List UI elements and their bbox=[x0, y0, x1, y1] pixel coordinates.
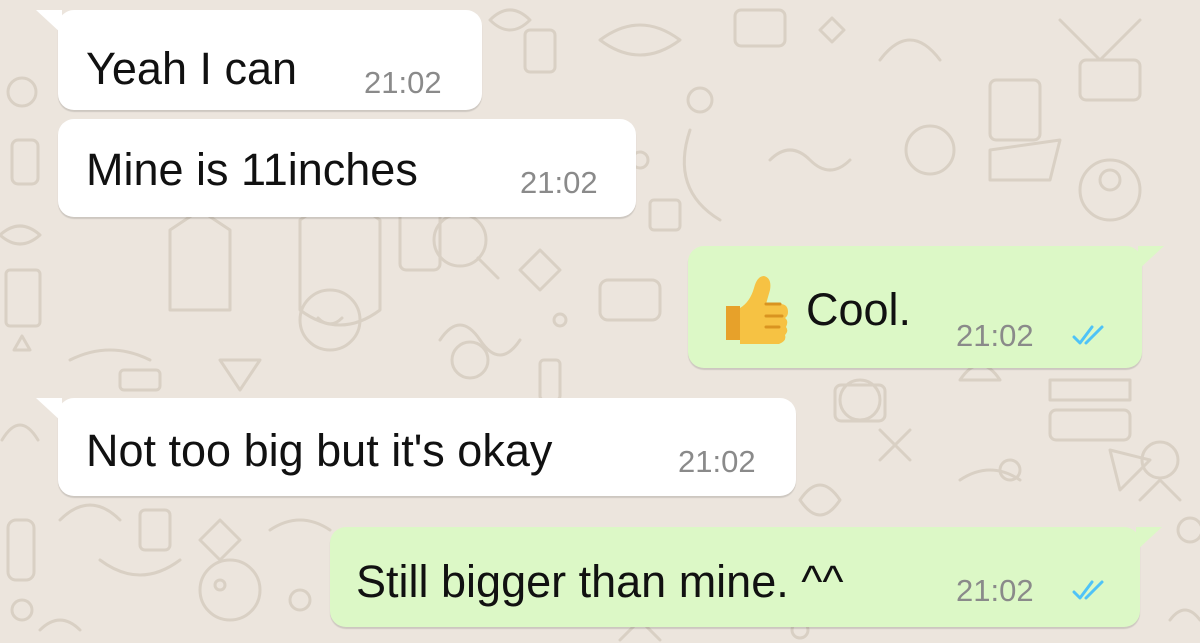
message-bubble-outgoing[interactable]: Still bigger than mine. ^^ 21:02 bbox=[330, 527, 1162, 627]
message-text: Not too big but it's okay bbox=[86, 425, 553, 476]
message-bubble-outgoing[interactable]: Cool. 21:02 bbox=[688, 246, 1164, 368]
message-timestamp: 21:02 bbox=[520, 165, 598, 200]
chat-conversation: Yeah I can 21:02 Mine is 11inches 21:02 … bbox=[0, 0, 1200, 643]
thumbs-up-emoji bbox=[726, 276, 788, 344]
message-text: Mine is 11inches bbox=[86, 144, 418, 195]
message-timestamp: 21:02 bbox=[364, 65, 442, 100]
message-timestamp: 21:02 bbox=[678, 444, 756, 479]
message-bubble-incoming[interactable]: Yeah I can 21:02 bbox=[36, 10, 482, 110]
message-text: Still bigger than mine. ^^ bbox=[356, 556, 844, 607]
bubble-tail bbox=[1138, 246, 1164, 270]
message-timestamp: 21:02 bbox=[956, 318, 1034, 353]
message-bubble-incoming[interactable]: Not too big but it's okay 21:02 bbox=[36, 398, 796, 496]
message-bubble-incoming[interactable]: Mine is 11inches 21:02 bbox=[58, 119, 636, 217]
message-text: Cool. bbox=[806, 284, 912, 335]
bubble-tail bbox=[36, 398, 62, 422]
message-timestamp: 21:02 bbox=[956, 573, 1034, 608]
message-text: Yeah I can bbox=[86, 43, 298, 94]
read-double-check-icon bbox=[1072, 580, 1104, 600]
read-double-check-icon bbox=[1072, 325, 1104, 345]
bubble-tail bbox=[1136, 527, 1162, 551]
bubble-tail bbox=[36, 10, 62, 34]
